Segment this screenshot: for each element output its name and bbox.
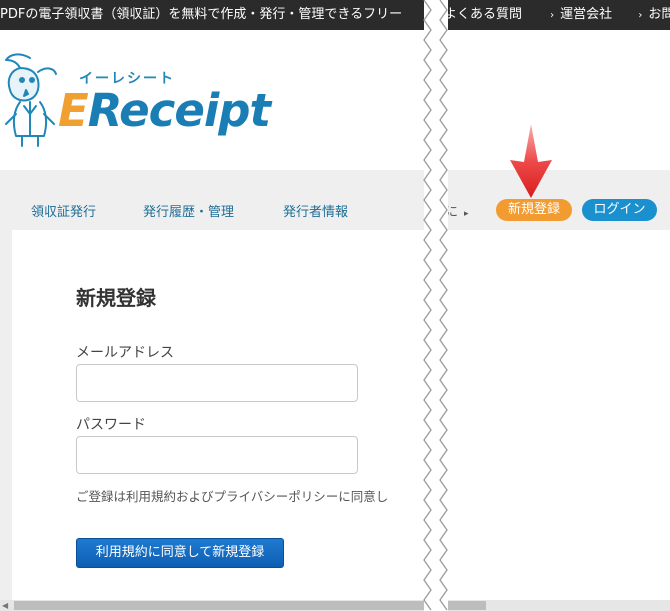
top-links: よくある質問 › 運営会社 › お問 xyxy=(444,0,670,30)
red-down-arrow-icon xyxy=(510,124,552,198)
site-tagline: PDFの電子領収書（領収証）を無料で作成・発行・管理できるフリー xyxy=(0,7,403,22)
zigzag-separator xyxy=(423,0,448,611)
scrollbar-thumb[interactable] xyxy=(14,601,486,610)
nav-item-issuer-info[interactable]: 発行者情報 xyxy=(283,201,348,220)
nav-item-issue-receipt[interactable]: 領収証発行 xyxy=(31,201,96,220)
chevron-right-icon: › xyxy=(550,10,555,21)
page-gutter xyxy=(0,230,12,600)
terms-note: ご登録は利用規約およびプライバシーポリシーに同意し xyxy=(76,489,389,504)
chevron-right-icon: › xyxy=(638,10,643,21)
scroll-left-icon[interactable]: ◀ xyxy=(2,601,8,610)
email-field[interactable] xyxy=(76,364,358,402)
horizontal-scrollbar[interactable]: ◀ xyxy=(0,600,670,611)
register-button[interactable]: 新規登録 xyxy=(496,199,572,221)
right-area xyxy=(440,230,670,600)
register-form: 新規登録 メールアドレス パスワード ご登録は利用規約およびプライバシーポリシー… xyxy=(12,230,432,600)
site-header: イーレシート EReceipt xyxy=(0,30,670,170)
company-link[interactable]: › 運営会社 xyxy=(550,0,612,30)
main-nav: 領収証発行 発行履歴・管理 発行者情報 初に▸ 新規登録 ログイン xyxy=(0,170,670,230)
nav-item-history[interactable]: 発行履歴・管理 xyxy=(143,201,234,220)
logo-wordmark[interactable]: EReceipt xyxy=(58,84,271,137)
agree-and-register-button[interactable]: 利用規約に同意して新規登録 xyxy=(76,538,284,568)
password-field[interactable] xyxy=(76,436,358,474)
login-button[interactable]: ログイン xyxy=(582,199,657,221)
faq-link[interactable]: よくある質問 xyxy=(444,0,522,30)
page-title: 新規登録 xyxy=(76,286,156,310)
contact-link[interactable]: › お問 xyxy=(638,0,670,30)
caret-right-icon: ▸ xyxy=(464,209,469,219)
top-bar: PDFの電子領収書（領収証）を無料で作成・発行・管理できるフリー よくある質問 … xyxy=(0,0,670,30)
email-label: メールアドレス xyxy=(76,345,174,361)
password-label: パスワード xyxy=(76,417,146,433)
